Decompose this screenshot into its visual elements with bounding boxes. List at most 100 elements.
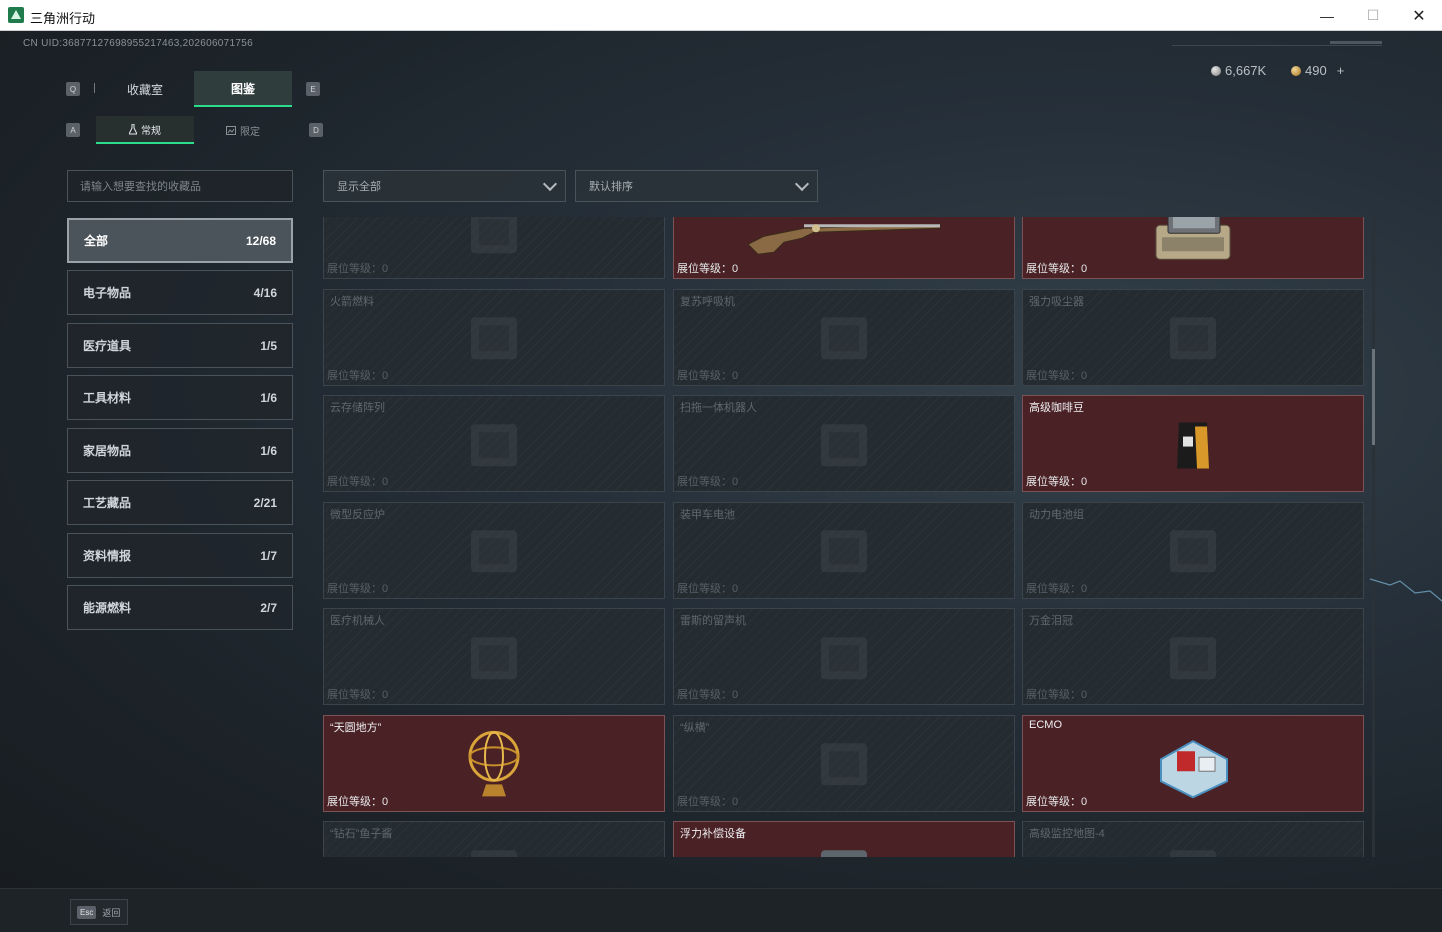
item-name: 高级咖啡豆	[1029, 402, 1084, 414]
collection-card[interactable]: 装甲车电池 展位等级：0	[673, 501, 1015, 599]
silver-currency: 6,667K	[1211, 63, 1266, 78]
collection-card[interactable]: 扫拖一体机器人 展位等级：0	[673, 395, 1015, 492]
collection-card[interactable]: 云存储阵列展位等级：0	[323, 395, 665, 492]
image-frame-icon	[226, 125, 236, 135]
item-name: 微型反应炉	[330, 508, 385, 521]
booth-level: 展位等级：0	[1026, 260, 1087, 276]
collection-card[interactable]: “钻石”鱼子酱展位等级：0	[323, 821, 665, 857]
terminal-case-icon	[1148, 217, 1238, 272]
collection-card[interactable]: 动力电池组 展位等级：0	[1022, 501, 1364, 599]
booth-level: 展位等级：0	[1026, 686, 1087, 702]
booth-level-value: 0	[382, 582, 389, 595]
item-name: 扫拖一体机器人	[680, 402, 757, 414]
booth-level-label: 展位等级：	[677, 795, 732, 808]
collection-card[interactable]: 雷斯的留声机 展位等级：0	[673, 608, 1015, 705]
chevron-down-icon	[542, 176, 558, 192]
collection-card[interactable]: 火箭燃料 展位等级：0	[323, 288, 665, 386]
collection-card[interactable]: 展位等级：0	[673, 217, 1015, 279]
booth-level-label: 展位等级：	[677, 476, 732, 488]
category-household[interactable]: 家居物品 1/6	[67, 428, 293, 473]
category-intel[interactable]: 资料情报 1/7	[67, 533, 293, 578]
booth-level: 展位等级：0	[1026, 367, 1087, 383]
player-uid: CN UID:3687712769895521746​3,20260607175…	[23, 38, 253, 49]
scrollbar-thumb[interactable]	[1372, 349, 1375, 445]
category-count: 1/7	[260, 548, 277, 563]
booth-level-value: 0	[1081, 263, 1088, 275]
category-count: 12/68	[245, 233, 276, 248]
cylinder-icon	[459, 217, 529, 272]
booth-level-label: 展位等级：	[327, 689, 382, 701]
booth-level: 展位等级：0	[677, 580, 738, 596]
footer-bar	[0, 888, 1442, 932]
category-electronics[interactable]: 电子物品 4/16	[67, 270, 293, 315]
ecmo-icon	[1153, 729, 1233, 804]
booth-level: 展位等级：0	[677, 260, 738, 276]
booth-level-value: 0	[732, 369, 739, 382]
collection-card[interactable]: 展位等级：0	[323, 217, 665, 279]
category-label: 资料情报	[83, 549, 132, 563]
category-energy[interactable]: 能源燃料 2/7	[67, 585, 293, 630]
item-name: 医疗机械人	[330, 615, 385, 627]
maximize-button[interactable]: ☐	[1350, 0, 1396, 31]
vacuum-icon	[1158, 303, 1228, 378]
collection-card[interactable]: ECMO 展位等级：0	[1022, 714, 1364, 812]
booth-level-label: 展位等级：	[1026, 795, 1081, 808]
tab-collection-room[interactable]: 收藏室	[96, 71, 194, 107]
collection-card[interactable]: 高级咖啡豆展位等级：0	[1022, 395, 1364, 492]
ventilator-icon	[809, 303, 879, 378]
collection-card[interactable]: “纵横” 展位等级：0	[673, 714, 1015, 812]
chessboard-icon	[809, 729, 879, 804]
subtab-limited[interactable]: 限定	[194, 116, 292, 144]
sub-tabs: 常规 限定	[96, 116, 292, 144]
item-name: 云存储阵列	[330, 402, 385, 414]
collection-card[interactable]: 浮力补偿设备展位等级：0	[673, 821, 1015, 857]
collection-card[interactable]: 万金泪冠 展位等级：0	[1022, 608, 1364, 705]
category-all[interactable]: 全部 12/68	[67, 218, 293, 263]
booth-level-label: 展位等级：	[1026, 689, 1081, 701]
gold-amount: 490	[1305, 63, 1327, 78]
collection-card[interactable]: 医疗机械人展位等级：0	[323, 608, 665, 705]
category-tools[interactable]: 工具材料 1/6	[67, 375, 293, 420]
gold-currency: 490 +	[1291, 63, 1344, 78]
subtab-regular-label: 常规	[141, 125, 161, 137]
booth-level: 展位等级：0	[1026, 473, 1087, 489]
add-currency-button[interactable]: +	[1337, 63, 1345, 78]
rifle-icon	[744, 217, 944, 261]
booth-level: 展位等级：0	[327, 367, 388, 383]
search-input[interactable]: 请输入想要查找的收藏品	[67, 170, 293, 202]
collection-card[interactable]: 高级监控地图-4展位等级：0	[1022, 821, 1364, 857]
display-filter-dropdown[interactable]: 显示全部	[323, 170, 566, 202]
sort-dropdown[interactable]: 默认排序	[575, 170, 818, 202]
close-button[interactable]: ✕	[1396, 0, 1442, 31]
collection-card[interactable]: 微型反应炉 展位等级：0	[323, 501, 665, 599]
booth-level-value: 0	[1081, 795, 1088, 808]
collection-card[interactable]: 复苏呼吸机 展位等级：0	[673, 288, 1015, 386]
scrollbar-track[interactable]	[1372, 217, 1375, 857]
window-titlebar: 三角洲行动 — ☐ ✕	[0, 0, 1442, 31]
back-button[interactable]: Esc 返回	[70, 899, 128, 925]
minimize-button[interactable]: —	[1304, 0, 1350, 31]
booth-level-label: 展位等级：	[677, 369, 732, 382]
booth-level-value: 0	[1081, 369, 1088, 382]
subtab-regular[interactable]: 常规	[96, 116, 194, 144]
main-tabs: 收藏室 图鉴	[96, 71, 292, 107]
display-filter-value: 显示全部	[337, 181, 381, 193]
subtab-limited-label: 限定	[240, 126, 260, 138]
key-hint-q: Q	[66, 82, 80, 96]
collection-grid: 展位等级：0 展位等级：0 展位等级：0 火箭燃料 展位等级：0 复苏呼吸机 展位等级：0 强…	[323, 217, 1366, 857]
category-medical[interactable]: 医疗道具 1/5	[67, 323, 293, 368]
booth-level-value: 0	[382, 476, 389, 488]
lightning-decoration	[1370, 578, 1442, 602]
collection-card[interactable]: 强力吸尘器 展位等级：0	[1022, 288, 1364, 386]
booth-level: 展位等级：0	[327, 473, 388, 489]
booth-level-value: 0	[1081, 582, 1088, 595]
tab-codex[interactable]: 图鉴	[194, 71, 292, 107]
category-crafts[interactable]: 工艺藏品 2/21	[67, 480, 293, 525]
collection-card[interactable]: 展位等级：0	[1022, 217, 1364, 279]
booth-level-label: 展位等级：	[677, 689, 732, 701]
collection-card[interactable]: “天圆地方” 展位等级：0	[323, 714, 665, 812]
category-label: 全部	[84, 234, 109, 248]
battery-pack-icon	[1158, 516, 1228, 591]
key-hint-a: A	[66, 123, 80, 137]
booth-level-value: 0	[382, 689, 389, 701]
